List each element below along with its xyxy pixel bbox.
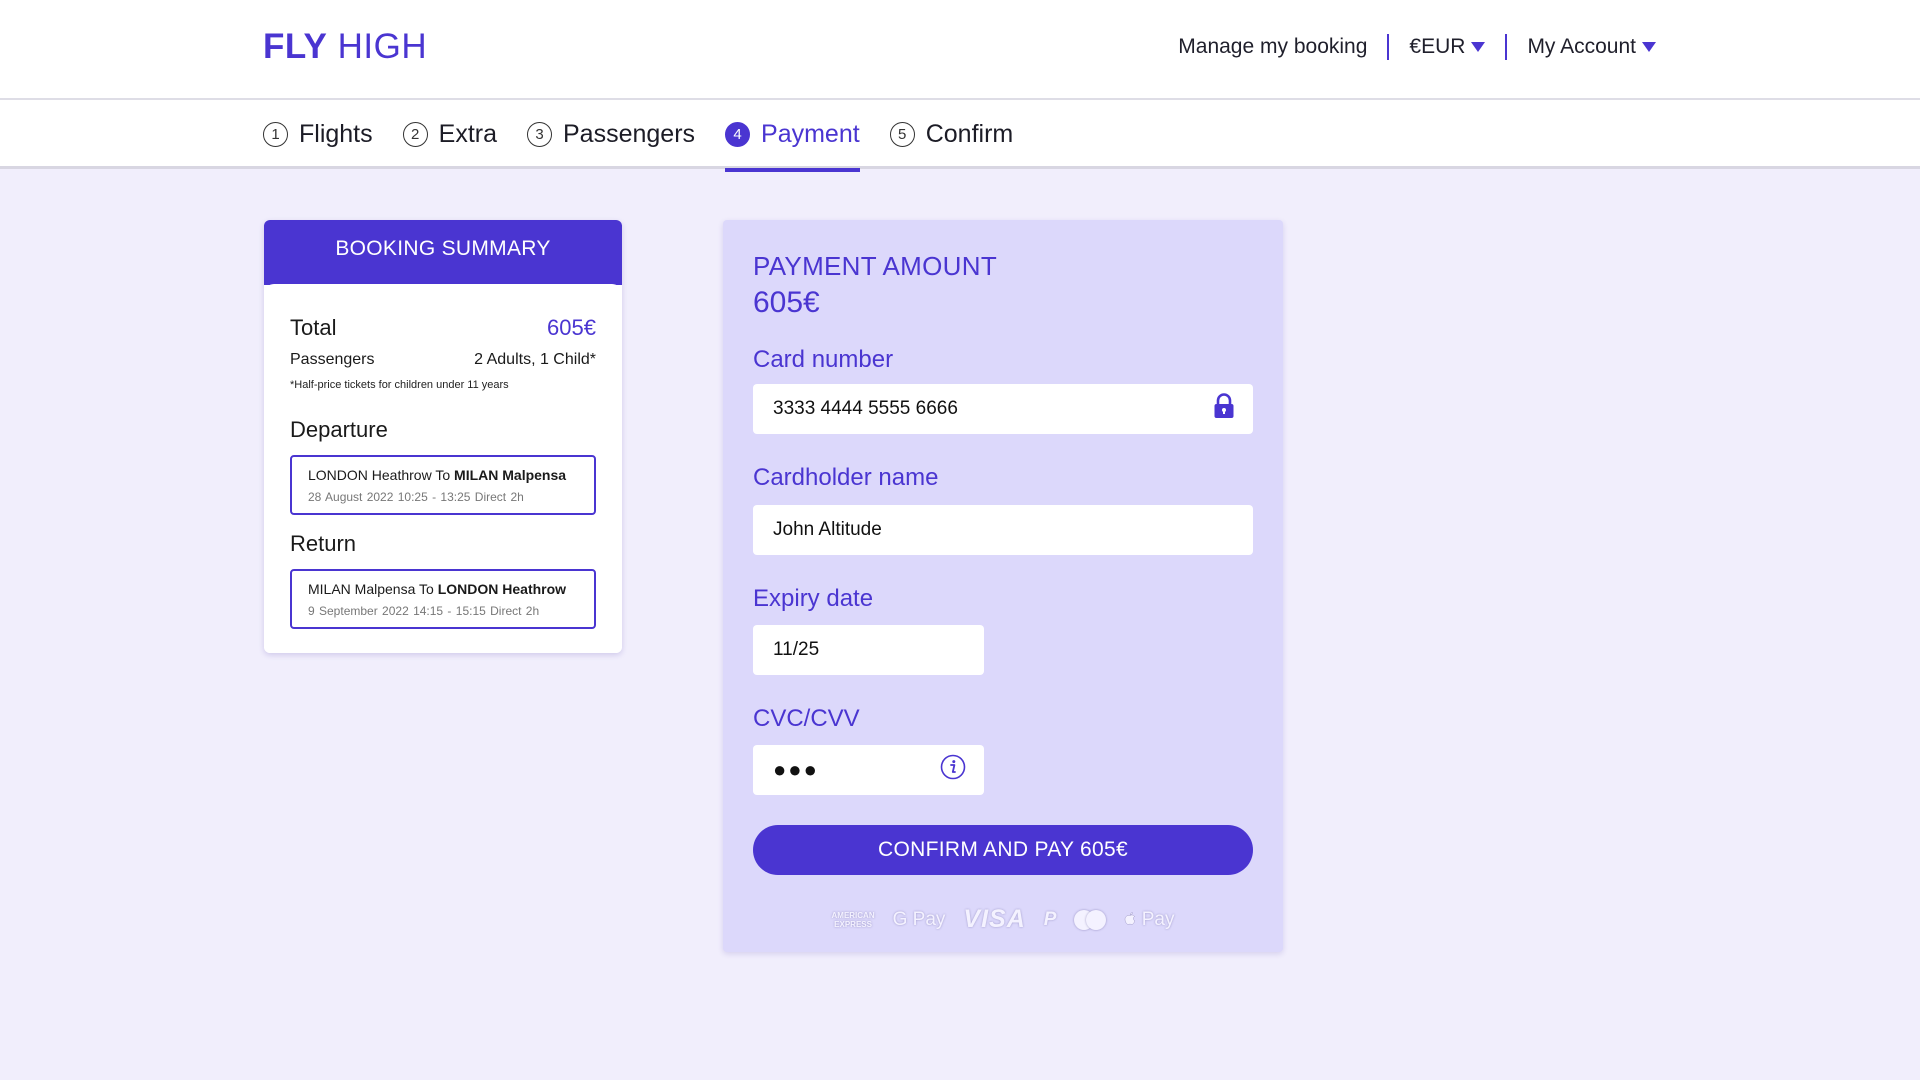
return-from: MILAN Malpensa xyxy=(308,581,416,597)
step-confirm[interactable]: 5 Confirm xyxy=(889,100,1014,169)
step-label: Flights xyxy=(299,120,373,148)
top-nav: Manage my booking €EUR My Account xyxy=(1178,32,1656,62)
departure-to: MILAN Malpensa xyxy=(454,467,567,483)
route-to-word: To xyxy=(419,581,434,597)
total-row: Total 605€ xyxy=(290,315,596,341)
cvc-value: ●●● xyxy=(773,757,819,782)
step-number: 4 xyxy=(725,122,751,147)
step-number: 2 xyxy=(402,122,428,147)
step-payment[interactable]: 4 Payment xyxy=(725,100,860,172)
apple-pay-label: Pay xyxy=(1141,908,1175,930)
return-to: LONDON Heathrow xyxy=(437,581,567,597)
cvc-label: CVC/CVV xyxy=(753,705,860,732)
lock-icon xyxy=(1213,393,1235,425)
caret-down-icon xyxy=(1471,42,1486,52)
payment-amount-title: PAYMENT AMOUNT xyxy=(753,251,998,281)
paypal-logo: P xyxy=(1043,908,1057,930)
cardholder-name-value: John Altitude xyxy=(773,519,882,540)
departure-title: Departure xyxy=(290,417,388,442)
card-number-input[interactable]: 3333 4444 5555 6666 xyxy=(753,384,1253,434)
visa-logo: VISA xyxy=(963,905,1026,933)
expiry-date-label: Expiry date xyxy=(753,585,874,612)
amex-logo: AMERICAN EXPRESS xyxy=(832,911,875,929)
apple-pay-logo: Pay xyxy=(1124,908,1175,931)
passengers-row: Passengers 2 Adults, 1 Child* xyxy=(290,351,596,369)
return-flight-card[interactable]: MILAN Malpensa To LONDON Heathrow 9 Sept… xyxy=(290,569,596,629)
booking-summary-card: BOOKING SUMMARY Total 605€ Passengers 2 … xyxy=(264,220,622,653)
fly-high-logo[interactable]: FLY HIGH xyxy=(263,27,427,67)
step-label: Extra xyxy=(438,120,497,148)
step-extra[interactable]: 2 Extra xyxy=(402,100,497,169)
total-label: Total xyxy=(290,315,337,340)
step-label: Confirm xyxy=(925,120,1014,148)
logo-light: HIGH xyxy=(337,27,428,66)
my-account-dropdown[interactable]: My Account xyxy=(1527,35,1656,59)
steps: 1 Flights 2 Extra 3 Passengers 4 Payment… xyxy=(263,100,1043,172)
expiry-date-value: 11/25 xyxy=(773,639,820,660)
departure-details: 28 August 2022 10:25 - 13:25 Direct 2h xyxy=(308,490,524,504)
mastercard-logo xyxy=(1074,909,1107,930)
step-number: 5 xyxy=(889,122,915,147)
booking-summary-body: Total 605€ Passengers 2 Adults, 1 Child*… xyxy=(264,284,622,653)
total-price: 605€ xyxy=(547,315,596,340)
departure-from: LONDON Heathrow xyxy=(308,467,432,483)
top-bar: FLY HIGH Manage my booking €EUR My Accou… xyxy=(0,0,1920,100)
step-flights[interactable]: 1 Flights xyxy=(263,100,373,169)
passengers-value: 2 Adults, 1 Child* xyxy=(474,351,596,368)
payment-amount: 605€ xyxy=(753,286,820,319)
step-number: 1 xyxy=(263,122,288,147)
step-number: 3 xyxy=(527,122,552,147)
payment-methods: AMERICAN EXPRESS G Pay VISA P Pay xyxy=(753,905,1253,934)
cardholder-name-label: Cardholder name xyxy=(753,464,939,491)
payment-panel: PAYMENT AMOUNT 605€ Card number 3333 444… xyxy=(723,220,1283,952)
return-title: Return xyxy=(290,531,357,556)
return-details: 9 September 2022 14:15 - 15:15 Direct 2h xyxy=(308,604,540,618)
step-label: Passengers xyxy=(563,120,696,148)
caret-down-icon xyxy=(1642,42,1656,52)
step-label: Payment xyxy=(761,120,860,148)
booking-summary-title: BOOKING SUMMARY xyxy=(264,220,622,285)
expiry-date-input[interactable]: 11/25 xyxy=(753,625,984,675)
return-route: MILAN Malpensa To LONDON Heathrow xyxy=(308,581,578,597)
confirm-and-pay-button[interactable]: CONFIRM AND PAY 605€ xyxy=(753,825,1253,875)
currency-dropdown[interactable]: €EUR xyxy=(1409,35,1486,59)
currency-label: €EUR xyxy=(1409,35,1466,58)
route-to-word: To xyxy=(435,467,451,483)
card-number-label: Card number xyxy=(753,346,894,373)
account-label: My Account xyxy=(1527,35,1636,58)
amex-line-1: AMERICAN xyxy=(831,910,875,920)
departure-flight-card[interactable]: LONDON Heathrow To MILAN Malpensa 28 Aug… xyxy=(290,455,596,515)
departure-route: LONDON Heathrow To MILAN Malpensa xyxy=(308,467,578,483)
manage-booking-link[interactable]: Manage my booking xyxy=(1178,35,1367,59)
cardholder-name-input[interactable]: John Altitude xyxy=(753,505,1253,555)
apple-icon xyxy=(1125,911,1136,925)
cvc-input[interactable]: ●●● xyxy=(753,745,984,795)
step-passengers[interactable]: 3 Passengers xyxy=(527,100,695,169)
google-pay-logo: G Pay xyxy=(892,908,946,930)
card-number-value: 3333 4444 5555 6666 xyxy=(773,398,958,419)
nav-divider xyxy=(1505,34,1508,60)
nav-divider xyxy=(1387,34,1390,60)
child-price-note: *Half-price tickets for children under 1… xyxy=(290,379,509,391)
info-icon[interactable] xyxy=(940,754,966,786)
amex-line-2: EXPRESS xyxy=(834,919,872,929)
logo-bold: FLY xyxy=(263,27,328,66)
passengers-label: Passengers xyxy=(290,351,375,368)
progress-steps-bar: 1 Flights 2 Extra 3 Passengers 4 Payment… xyxy=(0,100,1920,172)
